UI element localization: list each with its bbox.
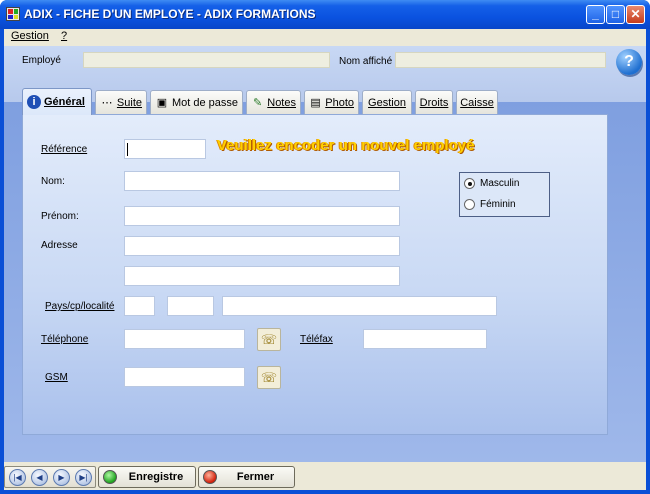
close-button[interactable]: Fermer — [198, 466, 295, 488]
last-record-icon[interactable]: ▶| — [75, 469, 92, 486]
first-record-icon[interactable]: |◀ — [9, 469, 26, 486]
new-employee-message: Veuillez encoder un nouvel employé — [217, 137, 475, 154]
display-name-field[interactable] — [395, 52, 606, 68]
reference-label: Référence — [41, 144, 88, 155]
radio-unselected-icon — [464, 199, 475, 210]
tab-notes-label: Notes — [267, 96, 296, 109]
prenom-label: Prénom: — [41, 211, 79, 222]
telefax-label: Téléfax — [300, 334, 333, 345]
radio-selected-icon — [464, 178, 475, 189]
gender-group: Masculin Féminin — [459, 172, 550, 217]
tab-droits[interactable]: Droits — [415, 90, 453, 114]
tab-photo-label: Photo — [325, 96, 354, 109]
photo-icon: ▤ — [310, 96, 321, 109]
prev-record-icon[interactable]: ◀ — [31, 469, 48, 486]
telephone-label: Téléphone — [41, 334, 89, 345]
record-navigation: |◀ ◀ ▶ ▶| — [4, 466, 96, 488]
general-panel: Référence Veuillez encoder un nouvel emp… — [22, 114, 608, 435]
employee-field[interactable] — [83, 52, 330, 68]
prenom-input[interactable] — [124, 206, 400, 226]
telephone-input[interactable] — [124, 329, 245, 349]
gsm-dial-icon[interactable]: ☏ — [257, 366, 281, 389]
adresse-label: Adresse — [41, 240, 78, 251]
adresse-line2-input[interactable] — [124, 266, 400, 286]
tab-caisse[interactable]: Caisse — [456, 90, 498, 114]
gender-masculin-label: Masculin — [480, 178, 520, 189]
app-window: ADIX - FICHE D'UN EMPLOYE - ADIX FORMATI… — [0, 0, 650, 494]
tab-suite-label: Suite — [116, 96, 142, 109]
client-area: Gestion ? Employé Nom affiché ? i Généra… — [4, 29, 646, 490]
close-window-button[interactable]: ✕ — [626, 5, 645, 24]
window-title: ADIX - FICHE D'UN EMPLOYE - ADIX FORMATI… — [24, 7, 316, 21]
gender-feminin[interactable]: Féminin — [464, 199, 516, 210]
tab-caisse-label: Caisse — [460, 96, 494, 109]
tab-photo[interactable]: ▤ Photo — [304, 90, 359, 114]
tab-notes[interactable]: ✎ Notes — [246, 90, 301, 114]
help-icon[interactable]: ? — [616, 49, 642, 75]
pays-label: Pays/cp/localité — [45, 301, 115, 312]
localite-input[interactable] — [222, 296, 497, 316]
tab-droits-label: Droits — [419, 96, 449, 109]
save-label: Enregistre — [128, 471, 184, 483]
tab-suite[interactable]: ⋯ Suite — [95, 90, 147, 114]
reference-input[interactable] — [124, 139, 206, 159]
maximize-button[interactable]: □ — [606, 5, 625, 24]
employee-label: Employé — [22, 55, 61, 66]
title-bar[interactable]: ADIX - FICHE D'UN EMPLOYE - ADIX FORMATI… — [0, 0, 650, 29]
menu-help-label: ? — [61, 30, 68, 42]
nom-label: Nom: — [41, 176, 65, 187]
pays-input[interactable] — [124, 296, 155, 316]
tab-general[interactable]: i Général — [22, 88, 92, 115]
tab-password[interactable]: ▣ Mot de passe — [150, 90, 243, 114]
display-name-label: Nom affiché — [339, 56, 393, 67]
adresse-line1-input[interactable] — [124, 236, 400, 256]
gsm-input[interactable] — [124, 367, 245, 387]
save-button[interactable]: Enregistre — [98, 466, 196, 488]
menu-gestion[interactable]: Gestion — [11, 30, 49, 42]
tab-password-label: Mot de passe — [171, 96, 238, 109]
password-icon: ▣ — [156, 96, 168, 109]
minimize-button[interactable]: _ — [586, 5, 605, 24]
tab-gestion-label: Gestion — [368, 96, 406, 109]
gender-masculin[interactable]: Masculin — [464, 178, 519, 189]
tab-gestion[interactable]: Gestion — [362, 90, 412, 114]
gender-feminin-label: Féminin — [480, 199, 516, 210]
phone-dial-icon[interactable]: ☏ — [257, 328, 281, 351]
tab-general-label: Général — [44, 96, 85, 108]
close-label: Fermer — [236, 471, 275, 483]
dots-icon: ⋯ — [101, 96, 113, 109]
menu-gestion-label: Gestion — [11, 30, 49, 42]
next-record-icon[interactable]: ▶ — [53, 469, 70, 486]
telefax-input[interactable] — [363, 329, 487, 349]
cp-input[interactable] — [167, 296, 214, 316]
notes-icon: ✎ — [253, 96, 263, 109]
gsm-label: GSM — [45, 372, 68, 383]
menu-help[interactable]: ? — [61, 30, 67, 42]
info-icon: i — [27, 95, 41, 109]
nom-input[interactable] — [124, 171, 400, 191]
menu-bar: Gestion ? — [4, 29, 646, 45]
app-icon — [6, 7, 20, 21]
footer-bar: |◀ ◀ ▶ ▶| Enregistre Fermer — [4, 462, 646, 490]
